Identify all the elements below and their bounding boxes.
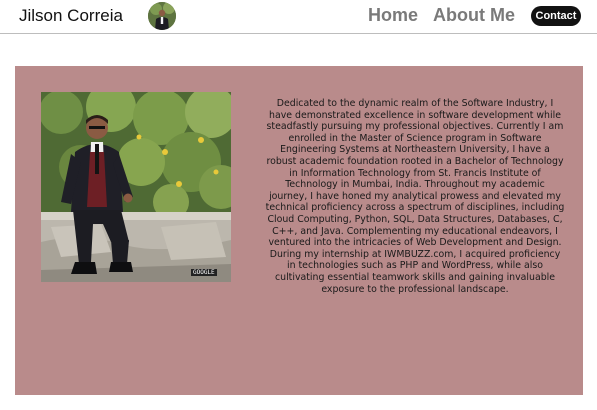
contact-button[interactable]: Contact xyxy=(531,6,581,26)
photo-watermark: GOOGLE xyxy=(191,269,217,276)
nav-home-link[interactable]: Home xyxy=(368,5,418,26)
avatar[interactable] xyxy=(148,2,176,30)
avatar-image xyxy=(148,2,176,30)
brand-name[interactable]: Jilson Correia xyxy=(19,6,123,26)
profile-photo: GOOGLE xyxy=(41,92,231,282)
nav-about-link[interactable]: About Me xyxy=(433,5,515,26)
bio-text: Dedicated to the dynamic realm of the So… xyxy=(265,98,565,295)
about-card: GOOGLE Dedicated to the dynamic realm of… xyxy=(15,66,583,395)
site-header: Jilson Correia Home About Me Contact xyxy=(0,0,597,34)
profile-photo-image xyxy=(41,92,231,282)
